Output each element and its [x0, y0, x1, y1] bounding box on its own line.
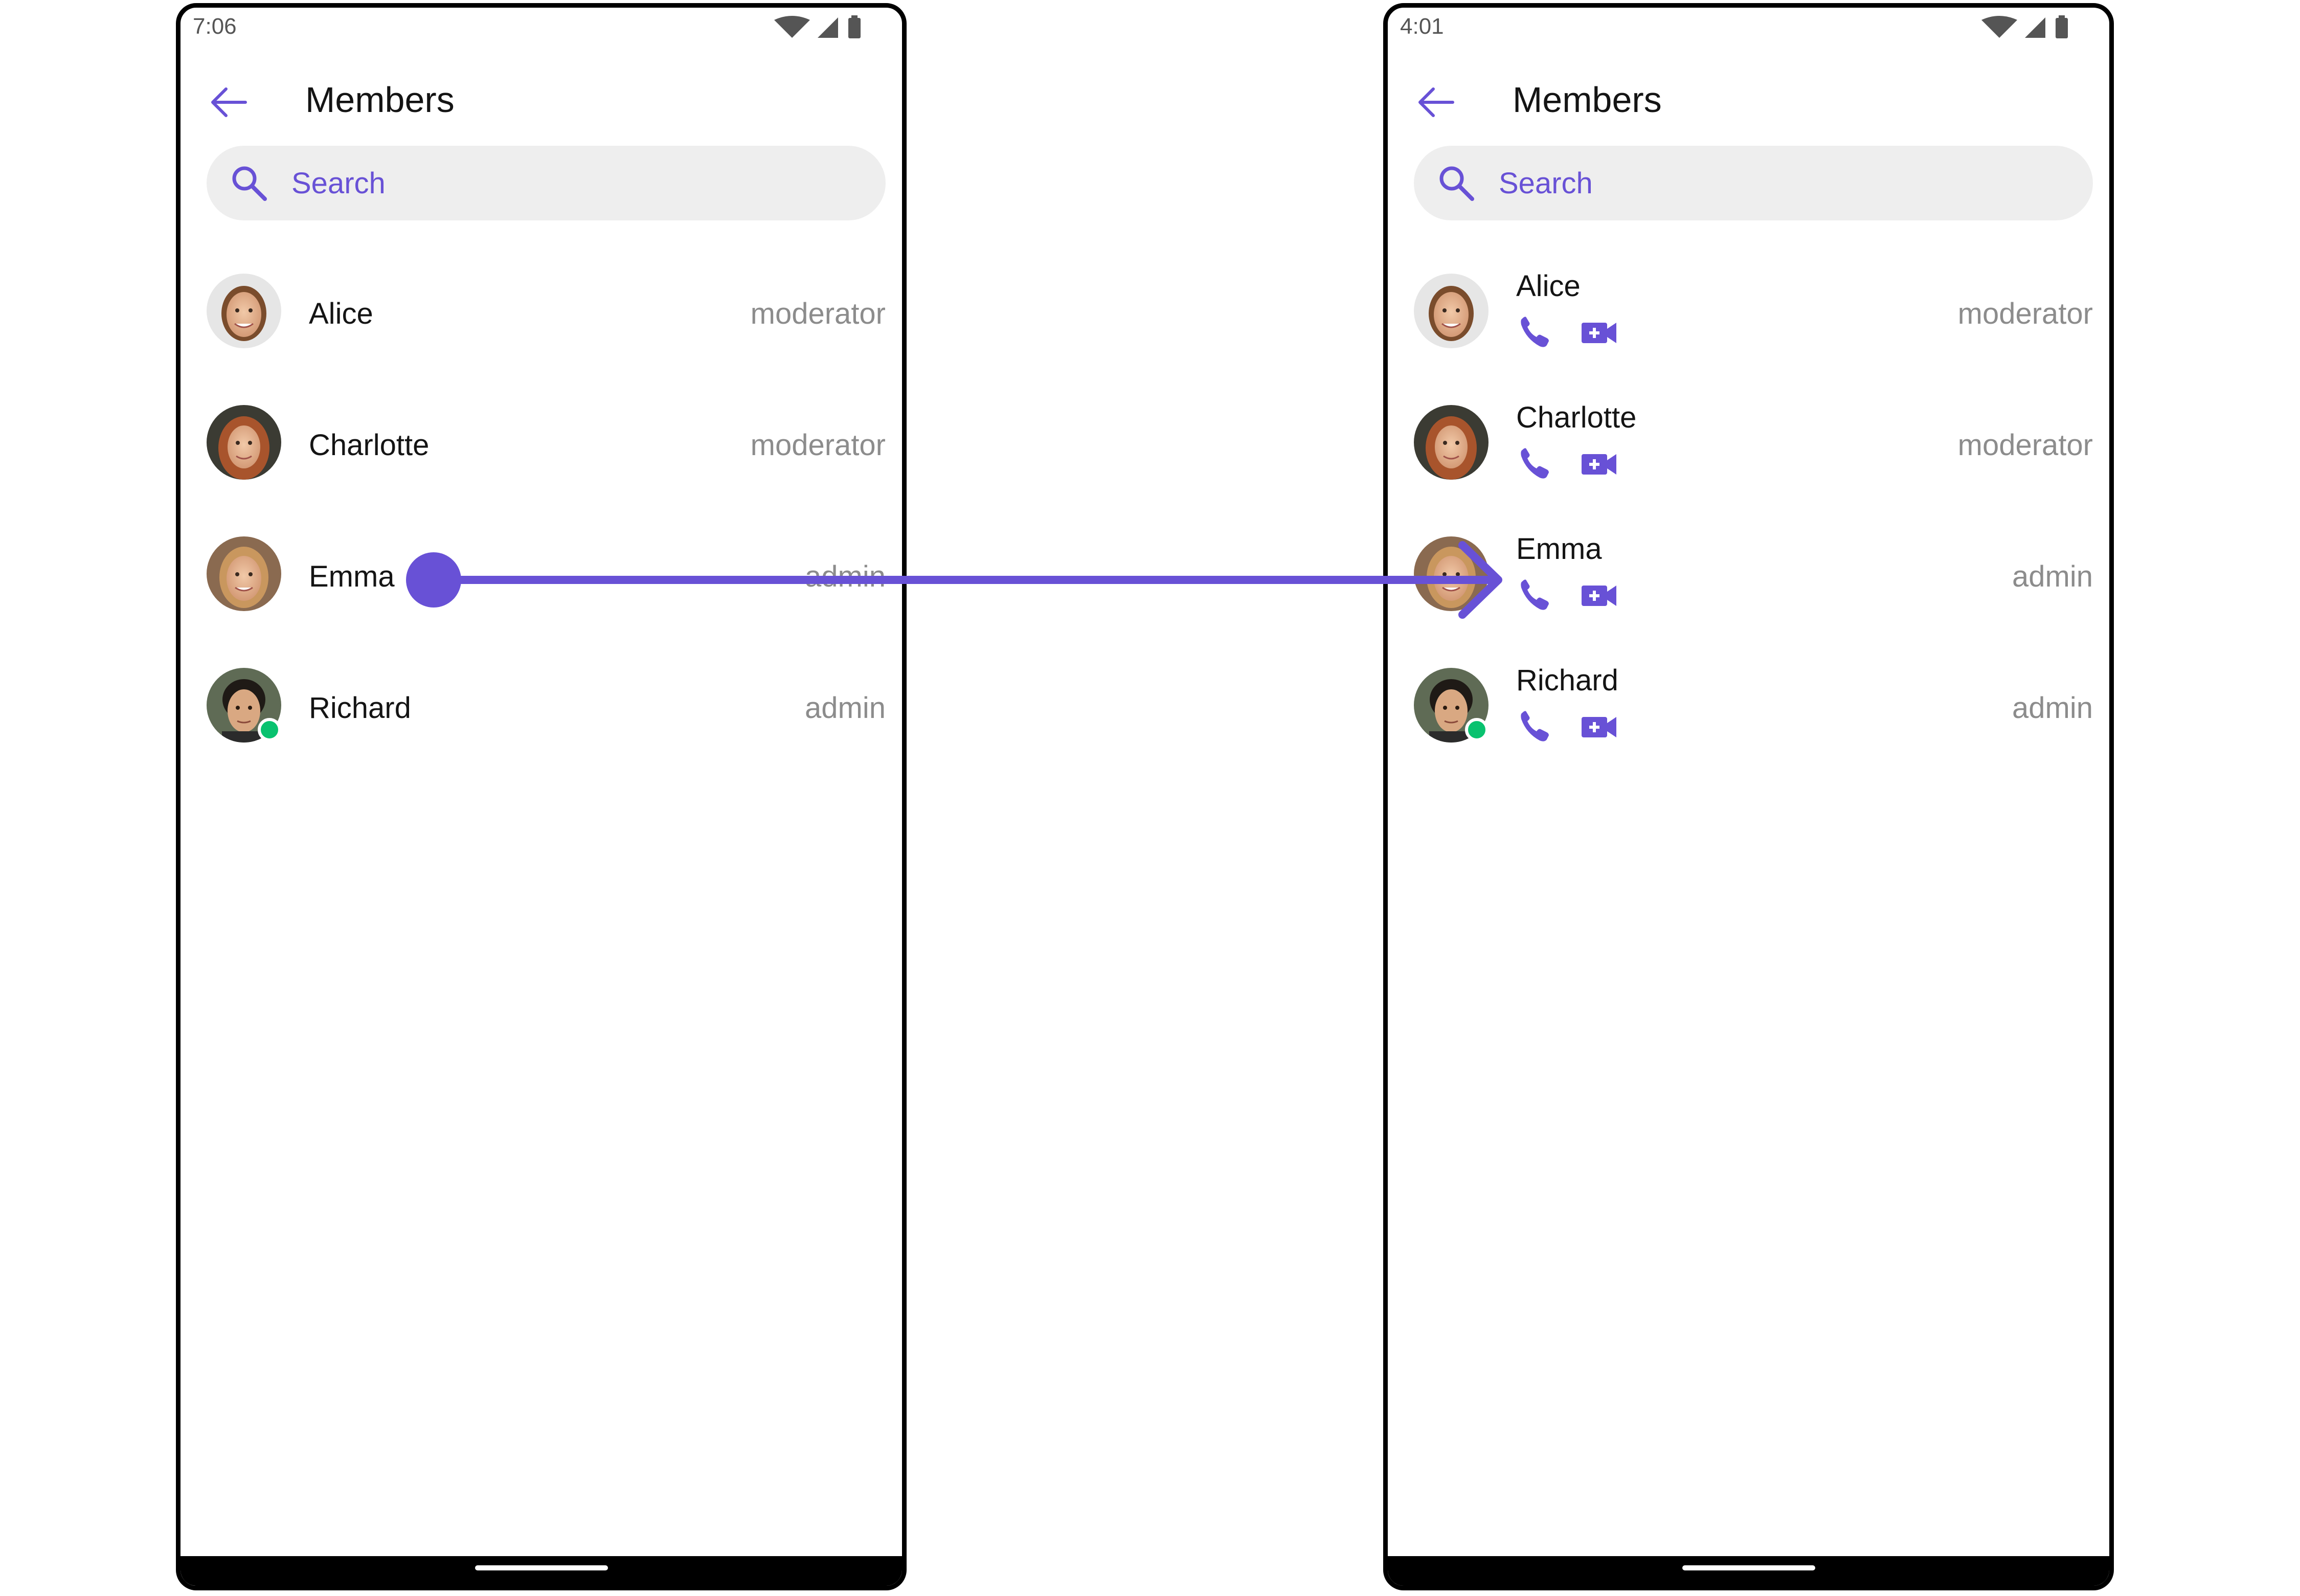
search-bar[interactable] [1414, 146, 2093, 220]
video-call-icon [1582, 586, 1616, 606]
arrow-left-icon[interactable] [1416, 82, 1457, 123]
member-name: Emma [1516, 532, 1602, 566]
member-name: Charlotte [309, 429, 430, 462]
status-icons [774, 15, 861, 38]
navigation-bar [181, 1556, 902, 1586]
member-name: Emma [309, 560, 395, 593]
search-input[interactable] [1499, 146, 2061, 220]
video-call-icon [1582, 454, 1616, 475]
page-title: Members [1513, 80, 1662, 120]
list-item[interactable]: Alice moderator [207, 248, 886, 350]
phone-screen-before: 7:06 Members Alice moderator [176, 3, 907, 1590]
member-role: admin [805, 560, 886, 593]
battery-icon [848, 18, 861, 38]
home-indicator[interactable] [1682, 1565, 1815, 1570]
wifi-icon [1981, 16, 2017, 38]
search-icon [232, 166, 267, 201]
member-name: Richard [309, 691, 411, 725]
status-time: 7:06 [193, 14, 237, 39]
member-role: moderator [1957, 429, 2093, 462]
member-role: admin [805, 691, 886, 725]
list-item[interactable]: Richard admin [1414, 642, 2093, 745]
member-role: admin [2012, 560, 2093, 593]
app-bar: Members [181, 64, 902, 141]
call-actions [1521, 579, 1616, 610]
battery-icon [2056, 18, 2068, 38]
search-icon [1439, 166, 1474, 201]
status-bar: 7:06 [181, 8, 902, 49]
app-bar: Members [1388, 64, 2109, 141]
home-indicator[interactable] [475, 1565, 608, 1570]
status-icons [1981, 15, 2068, 38]
avatar [1414, 536, 1489, 611]
status-bar: 4:01 [1388, 8, 2109, 49]
signal-icon [818, 17, 838, 38]
list-item[interactable]: Charlotte moderator [1414, 379, 2093, 482]
call-actions [1521, 317, 1616, 347]
phone-icon [1521, 711, 1549, 741]
avatar [207, 536, 281, 611]
member-role: moderator [750, 429, 886, 462]
call-actions [1521, 711, 1616, 741]
avatar [1414, 274, 1489, 348]
member-name: Richard [1516, 664, 1618, 697]
search-bar[interactable] [207, 146, 886, 220]
search-input[interactable] [291, 146, 854, 220]
member-role: moderator [1957, 297, 2093, 330]
list-item[interactable]: Emma admin [207, 511, 886, 613]
video-call-icon [1582, 323, 1616, 343]
list-item[interactable]: Emma admin [1414, 511, 2093, 613]
list-item[interactable]: Richard admin [207, 642, 886, 745]
wifi-icon [774, 16, 810, 38]
signal-icon [2025, 17, 2045, 38]
member-role: admin [2012, 691, 2093, 725]
member-name: Alice [1516, 269, 1581, 303]
online-status-dot [258, 718, 281, 741]
page-title: Members [305, 80, 455, 120]
avatar [207, 405, 281, 480]
navigation-bar [1388, 1556, 2109, 1586]
avatar [207, 274, 281, 348]
list-item[interactable]: Alice moderator [1414, 248, 2093, 350]
member-role: moderator [750, 297, 886, 330]
member-name: Charlotte [1516, 401, 1637, 434]
member-name: Alice [309, 297, 373, 330]
list-item[interactable]: Charlotte moderator [207, 379, 886, 482]
phone-icon [1521, 317, 1549, 347]
status-time: 4:01 [1400, 14, 1444, 39]
avatar [1414, 405, 1489, 480]
call-actions [1521, 448, 1616, 479]
phone-icon [1521, 448, 1549, 479]
video-call-icon [1582, 717, 1616, 737]
phone-icon [1521, 579, 1549, 610]
arrow-left-icon[interactable] [209, 82, 250, 123]
online-status-dot [1465, 718, 1489, 741]
phone-screen-after: 4:01 Members Alice [1383, 3, 2114, 1590]
